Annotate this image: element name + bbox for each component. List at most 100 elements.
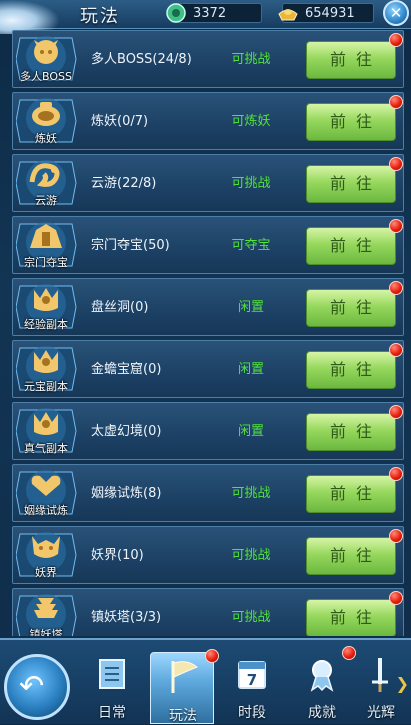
tab-glory-label: 光辉 bbox=[367, 705, 395, 721]
emblem-label: 妖界 bbox=[35, 566, 57, 579]
red-dot-badge bbox=[389, 219, 403, 233]
top-bar: 玩法 3372 654931 ✕ bbox=[0, 0, 411, 34]
tab-achievement[interactable]: 成就 bbox=[290, 646, 356, 722]
tab-gameplay[interactable]: 玩法 bbox=[150, 649, 219, 724]
sword-icon bbox=[372, 658, 388, 692]
activity-name: 金蟾宝窟(0) bbox=[91, 362, 162, 377]
activity-name: 妖界(10) bbox=[91, 548, 144, 563]
calendar-icon: 7 bbox=[238, 661, 266, 689]
gold-ingot-icon bbox=[278, 9, 298, 21]
emblem-label: 云游 bbox=[35, 194, 57, 207]
activity-name: 盘丝洞(0) bbox=[91, 300, 149, 315]
activity-emblem: 炼妖 bbox=[16, 96, 82, 147]
close-icon: ✕ bbox=[389, 4, 403, 22]
activity-status: 可挑战 bbox=[231, 548, 271, 563]
activity-status: 闲置 bbox=[237, 362, 264, 377]
tab-time[interactable]: 7 时段 bbox=[220, 650, 284, 722]
red-dot-badge bbox=[389, 157, 403, 171]
go-button[interactable]: 前往 bbox=[306, 475, 396, 513]
activity-emblem: 多人BOSS bbox=[16, 34, 82, 85]
list-item: 真气副本 太虚幻境(0) 闲置 前往 bbox=[12, 402, 404, 460]
emblem-label: 镇妖塔 bbox=[29, 628, 63, 636]
activity-status: 闲置 bbox=[237, 300, 264, 315]
activity-name: 宗门夺宝(50) bbox=[91, 238, 170, 253]
tab-gameplay-red-dot bbox=[205, 649, 219, 663]
emblem-label: 姻缘试炼 bbox=[24, 504, 68, 517]
activity-status: 可挑战 bbox=[231, 52, 271, 67]
list-item: 姻缘试炼 姻缘试炼(8) 可挑战 前往 bbox=[12, 464, 404, 522]
activity-status: 可夺宝 bbox=[231, 238, 271, 253]
activity-emblem: 宗门夺宝 bbox=[16, 220, 82, 271]
go-button[interactable]: 前往 bbox=[306, 599, 396, 636]
page-title: 玩法 bbox=[80, 6, 120, 27]
go-button[interactable]: 前往 bbox=[306, 103, 396, 141]
emblem-label: 真气副本 bbox=[24, 442, 68, 455]
red-dot-badge bbox=[389, 33, 403, 47]
activity-name: 云游(22/8) bbox=[91, 176, 157, 191]
go-button[interactable]: 前往 bbox=[306, 41, 396, 79]
activity-name: 太虚幻境(0) bbox=[91, 424, 162, 439]
activity-status: 可挑战 bbox=[231, 610, 271, 625]
activity-emblem: 元宝副本 bbox=[16, 344, 82, 395]
back-button[interactable]: ↶ bbox=[4, 654, 70, 720]
scroll-right-icon[interactable]: ❯ bbox=[396, 674, 409, 693]
gold-amount: 654931 bbox=[305, 6, 355, 21]
red-dot-badge bbox=[389, 529, 403, 543]
activity-name: 炼妖(0/7) bbox=[91, 114, 149, 129]
activity-emblem: 妖界 bbox=[16, 530, 82, 581]
activity-emblem: 姻缘试炼 bbox=[16, 468, 82, 519]
go-button[interactable]: 前往 bbox=[306, 165, 396, 203]
red-dot-badge bbox=[389, 343, 403, 357]
activity-emblem: 经验副本 bbox=[16, 282, 82, 333]
list-item: 元宝副本 金蟾宝窟(0) 闲置 前往 bbox=[12, 340, 404, 398]
ribbon-icon bbox=[310, 660, 334, 692]
activity-emblem: 云游 bbox=[16, 158, 82, 209]
red-dot-badge bbox=[389, 281, 403, 295]
emblem-label: 宗门夺宝 bbox=[24, 256, 68, 269]
red-dot-badge bbox=[389, 95, 403, 109]
activity-emblem: 镇妖塔 bbox=[16, 592, 82, 636]
go-button[interactable]: 前往 bbox=[306, 289, 396, 327]
list-item: 宗门夺宝 宗门夺宝(50) 可夺宝 前往 bbox=[12, 216, 404, 274]
list-item: 镇妖塔 镇妖塔(3/3) 可挑战 前往 bbox=[12, 588, 404, 636]
close-button[interactable]: ✕ bbox=[383, 0, 409, 26]
jade-currency: 3372 bbox=[166, 3, 262, 23]
activity-status: 可炼妖 bbox=[231, 114, 271, 129]
emblem-label: 炼妖 bbox=[35, 132, 57, 145]
list-item: 炼妖 炼妖(0/7) 可炼妖 前往 bbox=[12, 92, 404, 150]
tab-achievement-label: 成就 bbox=[308, 705, 336, 721]
activity-name: 姻缘试炼(8) bbox=[91, 486, 162, 501]
activity-emblem: 真气副本 bbox=[16, 406, 82, 457]
gold-currency: 654931 bbox=[278, 3, 374, 23]
list-item: 多人BOSS 多人BOSS(24/8) 可挑战 前往 bbox=[12, 30, 404, 88]
tab-gameplay-label: 玩法 bbox=[169, 708, 197, 724]
activity-status: 闲置 bbox=[237, 424, 264, 439]
cloud-ornament bbox=[0, 0, 60, 34]
activity-name: 多人BOSS(24/8) bbox=[91, 52, 192, 67]
list-item: 妖界 妖界(10) 可挑战 前往 bbox=[12, 526, 404, 584]
scroll-icon bbox=[99, 659, 125, 689]
tab-time-label: 时段 bbox=[238, 705, 266, 721]
activity-status: 可挑战 bbox=[231, 486, 271, 501]
back-arrow-icon: ↶ bbox=[19, 669, 45, 704]
emblem-label: 元宝副本 bbox=[24, 380, 68, 393]
go-button[interactable]: 前往 bbox=[306, 537, 396, 575]
flag-icon bbox=[171, 661, 198, 693]
jade-amount: 3372 bbox=[193, 6, 227, 21]
red-dot-badge bbox=[389, 467, 403, 481]
list-item: 经验副本 盘丝洞(0) 闲置 前往 bbox=[12, 278, 404, 336]
tab-daily-label: 日常 bbox=[98, 705, 126, 721]
go-button[interactable]: 前往 bbox=[306, 351, 396, 389]
tab-daily[interactable]: 日常 bbox=[80, 650, 144, 722]
emblem-label: 多人BOSS bbox=[20, 70, 72, 83]
go-button[interactable]: 前往 bbox=[306, 227, 396, 265]
jade-icon bbox=[166, 3, 186, 23]
red-dot-badge bbox=[389, 591, 403, 605]
calendar-day: 7 bbox=[247, 671, 257, 689]
activity-list[interactable]: 多人BOSS 多人BOSS(24/8) 可挑战 前往 炼妖 炼妖(0/7) 可炼妖 前往 云游云… bbox=[12, 30, 404, 636]
activity-status: 可挑战 bbox=[231, 176, 271, 191]
tab-achievement-red-dot bbox=[342, 646, 356, 660]
bottom-nav: ↶ 日常 玩法 7 时段 成就 光辉 ❯ bbox=[0, 638, 411, 724]
go-button[interactable]: 前往 bbox=[306, 413, 396, 451]
emblem-label: 经验副本 bbox=[24, 318, 68, 331]
